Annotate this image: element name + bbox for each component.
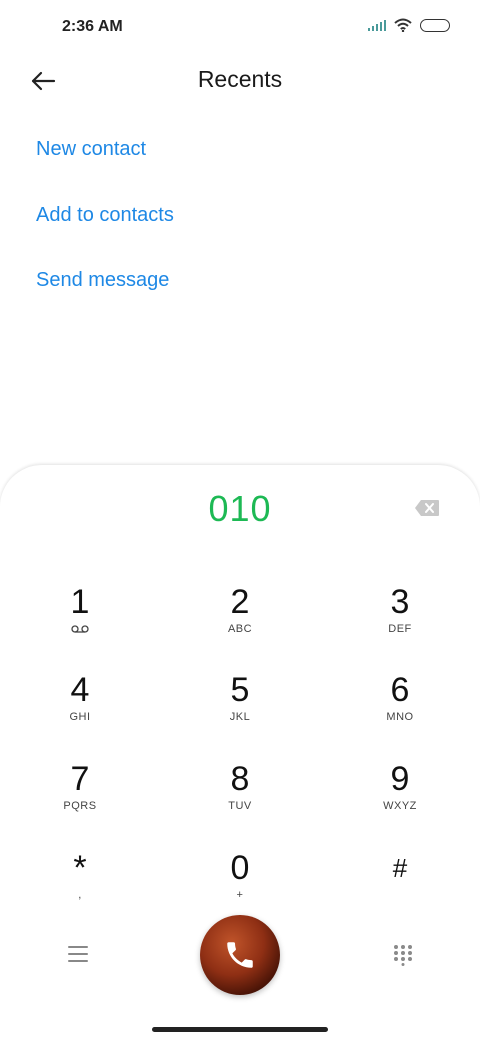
key-letters: WXYZ — [383, 800, 417, 812]
key-letters: , — [78, 889, 82, 901]
key-letters: DEF — [388, 623, 412, 635]
key-5[interactable]: 5 JKL — [180, 671, 300, 751]
key-6[interactable]: 6 MNO — [340, 671, 460, 751]
key-digit: 4 — [70, 671, 90, 709]
home-indicator[interactable] — [152, 1027, 328, 1032]
header: Recents — [0, 56, 480, 108]
key-hash[interactable]: # — [340, 849, 460, 929]
key-digit: 8 — [230, 760, 250, 798]
key-letters: MNO — [386, 711, 414, 723]
new-contact-link[interactable]: New contact — [36, 138, 146, 161]
add-to-contacts-link[interactable]: Add to contacts — [36, 204, 174, 227]
key-digit: 5 — [230, 671, 250, 709]
key-4[interactable]: 4 GHI — [20, 671, 140, 751]
key-star[interactable]: * , — [20, 849, 140, 929]
key-1[interactable]: 1 — [20, 583, 140, 663]
key-letters: JKL — [229, 711, 251, 723]
key-digit: 9 — [390, 760, 410, 798]
key-letters: + — [236, 889, 244, 901]
call-button[interactable] — [200, 915, 280, 995]
key-letters: TUV — [228, 800, 252, 812]
status-time: 2:36 AM — [62, 18, 123, 35]
key-letters: GHI — [69, 711, 91, 723]
key-2[interactable]: 2 ABC — [180, 583, 300, 663]
battery-icon — [420, 18, 450, 32]
dialpad-toggle-button[interactable] — [393, 944, 413, 966]
menu-icon — [68, 946, 88, 962]
page-title: Recents — [197, 66, 283, 92]
backspace-icon — [415, 500, 439, 516]
dialpad-icon — [394, 945, 412, 966]
key-digit: 2 — [230, 583, 250, 621]
key-digit: 3 — [390, 583, 410, 621]
key-8[interactable]: 8 TUV — [180, 760, 300, 840]
wifi-icon — [394, 18, 412, 32]
back-button[interactable] — [28, 66, 64, 96]
menu-button[interactable] — [68, 946, 88, 964]
key-digit: 7 — [70, 760, 90, 798]
key-digit: # — [392, 853, 408, 883]
backspace-button[interactable] — [414, 499, 440, 517]
key-9[interactable]: 9 WXYZ — [340, 760, 460, 840]
back-arrow-icon — [31, 71, 56, 91]
key-digit: 0 — [230, 849, 250, 887]
status-icons — [368, 18, 450, 32]
key-7[interactable]: 7 PQRS — [20, 760, 140, 840]
key-digit: * — [73, 849, 87, 887]
status-bar: 2:36 AM — [0, 0, 480, 56]
key-letters: ABC — [227, 623, 253, 635]
dialed-number: 010 — [208, 488, 272, 529]
phone-icon — [227, 942, 253, 968]
key-letters: PQRS — [63, 800, 97, 812]
key-digit: 1 — [70, 583, 90, 621]
key-3[interactable]: 3 DEF — [340, 583, 460, 663]
signal-icon — [368, 19, 386, 31]
key-digit: 6 — [390, 671, 410, 709]
voicemail-icon — [71, 625, 89, 633]
send-message-link[interactable]: Send message — [36, 269, 169, 292]
